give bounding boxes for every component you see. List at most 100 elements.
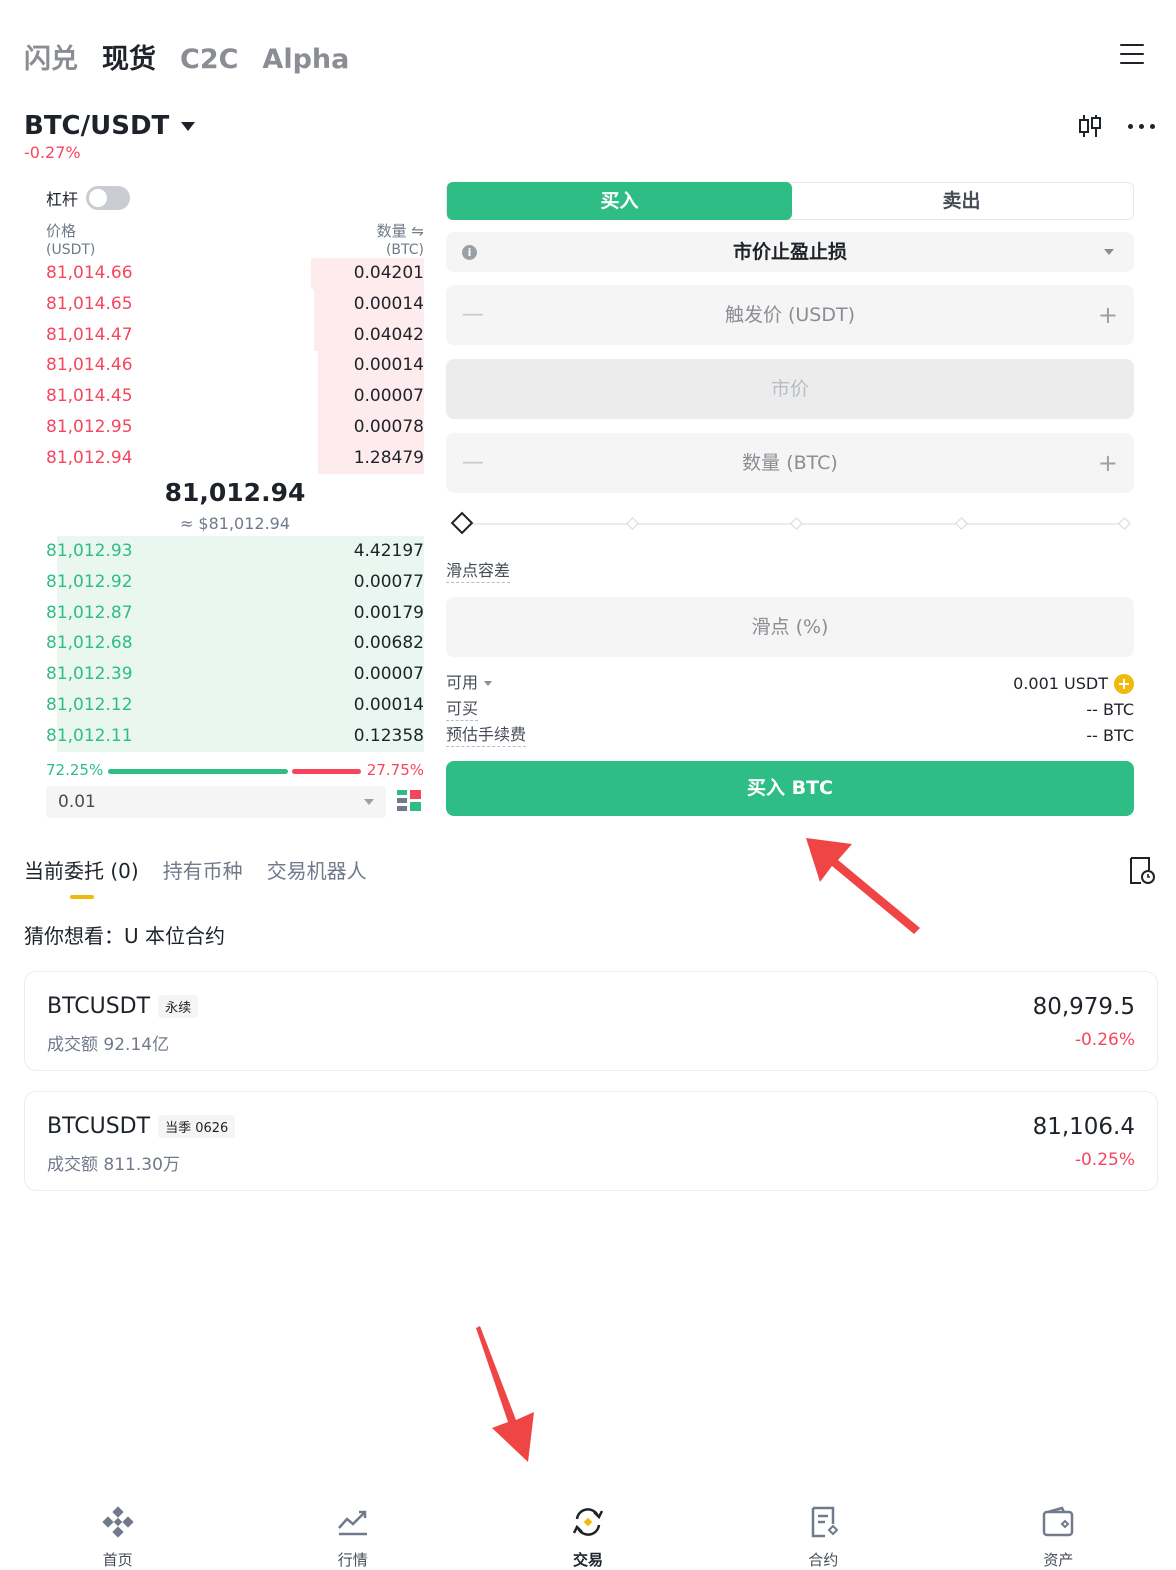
trigger-price-input[interactable]: — 触发价 (USDT) + — [446, 285, 1134, 345]
card-volume: 成交额 811.30万 — [47, 1155, 180, 1175]
deposit-plus-icon[interactable]: + — [1114, 674, 1134, 694]
buy-btc-button[interactable]: 买入 BTC — [446, 761, 1134, 816]
nav-trade[interactable]: 交易 — [470, 1494, 705, 1570]
bid-qty: 0.00179 — [353, 602, 424, 623]
card-tag: 当季 0626 — [158, 1115, 236, 1138]
buy-ratio-bar — [108, 769, 288, 774]
ask-qty: 0.04201 — [353, 263, 424, 283]
minus-icon[interactable]: — — [462, 285, 484, 345]
ask-qty: 0.04042 — [353, 324, 424, 345]
tab-c2c[interactable]: C2C — [180, 40, 238, 80]
bid-row[interactable]: 81,012.39 0.00007 — [46, 659, 424, 691]
slider-step-50[interactable] — [790, 517, 803, 530]
ask-qty: 0.00014 — [353, 293, 424, 314]
can-buy-value: -- BTC — [1086, 700, 1134, 719]
slider-step-100[interactable] — [1118, 517, 1131, 530]
info-icon[interactable]: i — [462, 245, 477, 260]
amount-slider[interactable] — [450, 511, 1131, 535]
slider-handle[interactable] — [450, 511, 474, 535]
market-card[interactable]: BTCUSDT 永续 成交额 92.14亿 80,979.5 -0.26% — [24, 971, 1158, 1071]
bid-row[interactable]: 81,012.92 0.00077 — [46, 566, 424, 598]
qty-header[interactable]: 数量 ⇋ — [377, 220, 424, 241]
leverage-label: 杠杆 — [46, 190, 79, 209]
ask-price: 81,014.65 — [46, 293, 133, 314]
bid-row[interactable]: 81,012.93 4.42197 — [46, 536, 424, 567]
pair-selector[interactable]: BTC/USDT — [24, 108, 196, 144]
minus-icon[interactable]: — — [462, 433, 484, 493]
bid-price: 81,012.87 — [46, 602, 133, 623]
price-header: 价格 — [46, 222, 77, 240]
slippage-label[interactable]: 滑点容差 — [446, 560, 511, 583]
trigger-price-placeholder: 触发价 (USDT) — [724, 304, 856, 326]
candlestick-chart-icon[interactable] — [1076, 112, 1104, 140]
bid-qty: 0.00077 — [353, 571, 424, 592]
chevron-down-icon — [181, 121, 196, 131]
fee-value: -- BTC — [1086, 726, 1134, 745]
ask-row[interactable]: 81,014.47 0.04042 — [46, 319, 424, 351]
ask-row[interactable]: 81,014.65 0.00014 — [46, 288, 424, 320]
market-card[interactable]: BTCUSDT 当季 0626 成交额 811.30万 81,106.4 -0.2… — [24, 1091, 1158, 1191]
tab-open-orders[interactable]: 当前委托 (0) — [24, 856, 139, 886]
ask-price: 81,014.47 — [46, 324, 133, 345]
precision-select[interactable]: 0.01 — [46, 786, 386, 818]
bid-price: 81,012.68 — [46, 633, 133, 654]
nav-assets[interactable]: 资产 — [941, 1494, 1176, 1570]
tab-convert[interactable]: 闪兑 — [24, 40, 78, 80]
slider-step-75[interactable] — [955, 517, 968, 530]
order-book: 杠杆 价格 (USDT) 数量 ⇋ (BTC) 81,014.66 0.04201… — [46, 186, 424, 818]
tab-trading-bots[interactable]: 交易机器人 — [267, 856, 367, 886]
order-type-value: 市价止盈止损 — [732, 241, 847, 263]
buy-tab[interactable]: 买入 — [447, 182, 792, 220]
leverage-toggle[interactable] — [86, 186, 131, 210]
home-logo-icon — [101, 1506, 134, 1538]
slider-step-25[interactable] — [626, 517, 639, 530]
leverage-row: 杠杆 — [46, 186, 424, 210]
pair-name: BTC/USDT — [24, 111, 170, 141]
bid-row[interactable]: 81,012.11 0.12358 — [46, 720, 424, 752]
trade-form: 买入 卖出 i 市价止盈止损 — 触发价 (USDT) + 市价 — 数量 (B… — [446, 182, 1134, 816]
bid-row[interactable]: 81,012.12 0.00014 — [46, 690, 424, 721]
menu-icon[interactable] — [1120, 44, 1144, 68]
bid-row[interactable]: 81,012.87 0.00179 — [46, 597, 424, 629]
arrow-to-buy-button — [806, 838, 920, 934]
available-label[interactable]: 可用 — [446, 672, 493, 694]
order-history-icon[interactable] — [1128, 856, 1156, 886]
book-layout-icon[interactable] — [396, 788, 422, 814]
can-buy-label: 可买 — [446, 698, 479, 721]
sell-ratio-bar — [292, 769, 361, 774]
qty-unit: (BTC) — [385, 242, 424, 258]
quantity-input[interactable]: — 数量 (BTC) + — [446, 433, 1134, 493]
ask-row[interactable]: 81,012.95 0.00078 — [46, 412, 424, 443]
ask-row[interactable]: 81,014.66 0.04201 — [46, 258, 424, 289]
tab-spot[interactable]: 现货 — [102, 40, 156, 80]
tab-holdings[interactable]: 持有币种 — [163, 856, 243, 886]
ask-row[interactable]: 81,014.45 0.00007 — [46, 381, 424, 413]
price-unit: (USDT) — [46, 242, 96, 258]
nav-markets-label: 行情 — [337, 1551, 368, 1569]
more-icon[interactable] — [1128, 116, 1158, 136]
nav-markets[interactable]: 行情 — [235, 1494, 470, 1570]
ask-row[interactable]: 81,014.46 0.00014 — [46, 350, 424, 382]
slippage-placeholder: 滑点 (%) — [751, 616, 829, 638]
markets-chart-icon — [337, 1510, 367, 1536]
nav-assets-label: 资产 — [1043, 1551, 1074, 1569]
sell-ratio: 27.75% — [366, 761, 424, 779]
slippage-input[interactable]: 滑点 (%) — [446, 597, 1134, 657]
tab-alpha[interactable]: Alpha — [262, 40, 349, 80]
buy-sell-ratio: 72.25% 27.75% — [46, 761, 424, 781]
ask-price: 81,014.46 — [46, 355, 133, 376]
nav-home-label: 首页 — [102, 1551, 133, 1569]
plus-icon[interactable]: + — [1098, 285, 1118, 345]
nav-futures[interactable]: 合约 — [706, 1494, 941, 1570]
ask-row[interactable]: 81,012.94 1.28479 — [46, 442, 424, 474]
bid-price: 81,012.11 — [46, 725, 133, 746]
ask-price: 81,014.66 — [46, 263, 133, 283]
available-value: 0.001 USDT — [1013, 674, 1108, 693]
chevron-down-icon — [364, 799, 374, 805]
plus-icon[interactable]: + — [1098, 433, 1118, 493]
nav-home[interactable]: 首页 — [0, 1494, 235, 1570]
card-volume: 成交额 92.14亿 — [47, 1035, 170, 1055]
sell-tab[interactable]: 卖出 — [790, 183, 1133, 219]
order-type-select[interactable]: i 市价止盈止损 — [446, 232, 1134, 272]
bid-row[interactable]: 81,012.68 0.00682 — [46, 628, 424, 660]
